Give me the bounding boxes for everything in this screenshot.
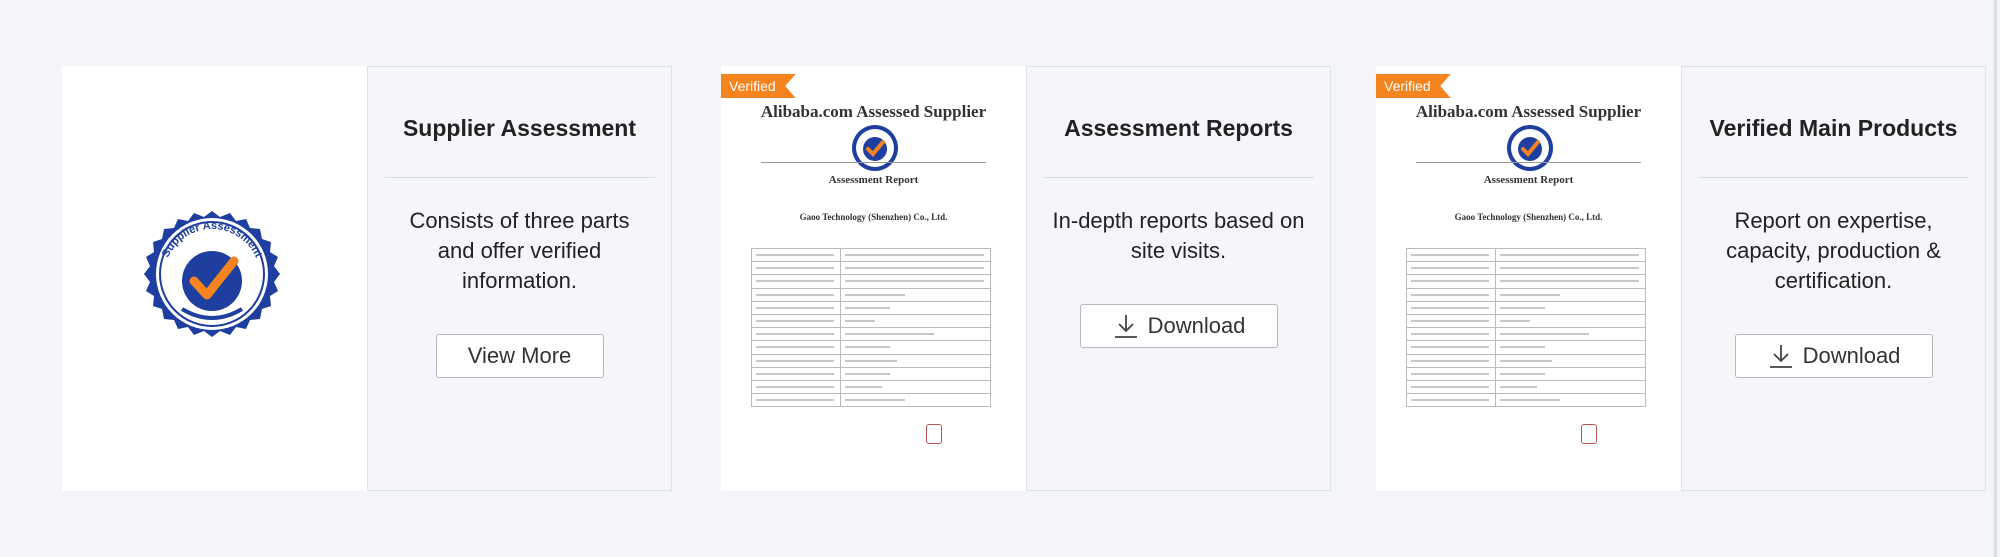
supplier-assessment-info: Supplier Assessment Consists of three pa… bbox=[367, 66, 672, 491]
divider bbox=[384, 177, 655, 178]
card-title: Supplier Assessment bbox=[402, 115, 637, 141]
report-table bbox=[1406, 248, 1646, 408]
assessment-reports-info: Assessment Reports In-depth reports base… bbox=[1026, 66, 1331, 491]
report-seal-icon bbox=[852, 125, 898, 171]
report-footer-mark-icon bbox=[926, 424, 942, 444]
report-heading: Alibaba.com Assessed Supplier bbox=[760, 102, 987, 121]
button-label: Download bbox=[1147, 313, 1246, 338]
report-subheading: Assessment Report bbox=[828, 174, 919, 186]
supplier-assessment-image: Supplier Assessment bbox=[62, 66, 367, 491]
report-document: Verified Alibaba.com Assessed Supplier A… bbox=[1376, 66, 1681, 491]
report-footer-mark-icon bbox=[1581, 424, 1597, 444]
card-title: Verified Main Products bbox=[1709, 115, 1958, 141]
report-rule bbox=[1416, 162, 1641, 163]
verified-main-products-info: Verified Main Products Report on experti… bbox=[1681, 66, 1986, 491]
report-rule bbox=[761, 162, 986, 163]
card-description: Report on expertise, capacity, productio… bbox=[1726, 208, 1941, 293]
report-company: Gaoo Technology (Shenzhen) Co., Ltd. bbox=[1454, 212, 1603, 222]
card-description: Consists of three parts and offer verifi… bbox=[409, 208, 630, 293]
divider bbox=[1698, 177, 1969, 178]
divider bbox=[1043, 177, 1314, 178]
download-main-products-report-button[interactable]: Download bbox=[1734, 334, 1933, 378]
assessment-report-preview[interactable]: Verified Alibaba.com Assessed Supplier A… bbox=[721, 66, 1026, 491]
card-title: Assessment Reports bbox=[1064, 115, 1293, 141]
view-more-button[interactable]: View More bbox=[435, 334, 604, 378]
main-products-report-preview[interactable]: Verified Alibaba.com Assessed Supplier A… bbox=[1376, 66, 1681, 491]
card-supplier-assessment: Supplier Assessment Supplier Assessment … bbox=[62, 66, 672, 491]
report-document: Verified Alibaba.com Assessed Supplier A… bbox=[721, 66, 1026, 491]
download-assessment-report-button[interactable]: Download bbox=[1079, 304, 1278, 348]
report-table bbox=[751, 248, 991, 408]
card-verified-main-products: Verified Alibaba.com Assessed Supplier A… bbox=[1376, 66, 1986, 491]
report-subheading: Assessment Report bbox=[1483, 174, 1574, 186]
card-assessment-reports: Verified Alibaba.com Assessed Supplier A… bbox=[721, 66, 1331, 491]
report-seal-icon bbox=[1507, 125, 1553, 171]
report-company: Gaoo Technology (Shenzhen) Co., Ltd. bbox=[799, 212, 948, 222]
card-description: In-depth reports based on site visits. bbox=[1052, 208, 1305, 263]
download-icon bbox=[1769, 345, 1792, 368]
supplier-assessment-seal-icon: Supplier Assessment bbox=[144, 211, 280, 337]
verified-badge: Verified bbox=[1376, 74, 1451, 98]
download-icon bbox=[1114, 315, 1137, 338]
button-label: View More bbox=[467, 343, 572, 368]
report-heading: Alibaba.com Assessed Supplier bbox=[1415, 102, 1642, 121]
button-label: Download bbox=[1802, 343, 1901, 368]
page-edge-divider bbox=[1994, 0, 1997, 557]
verified-badge: Verified bbox=[721, 74, 796, 98]
